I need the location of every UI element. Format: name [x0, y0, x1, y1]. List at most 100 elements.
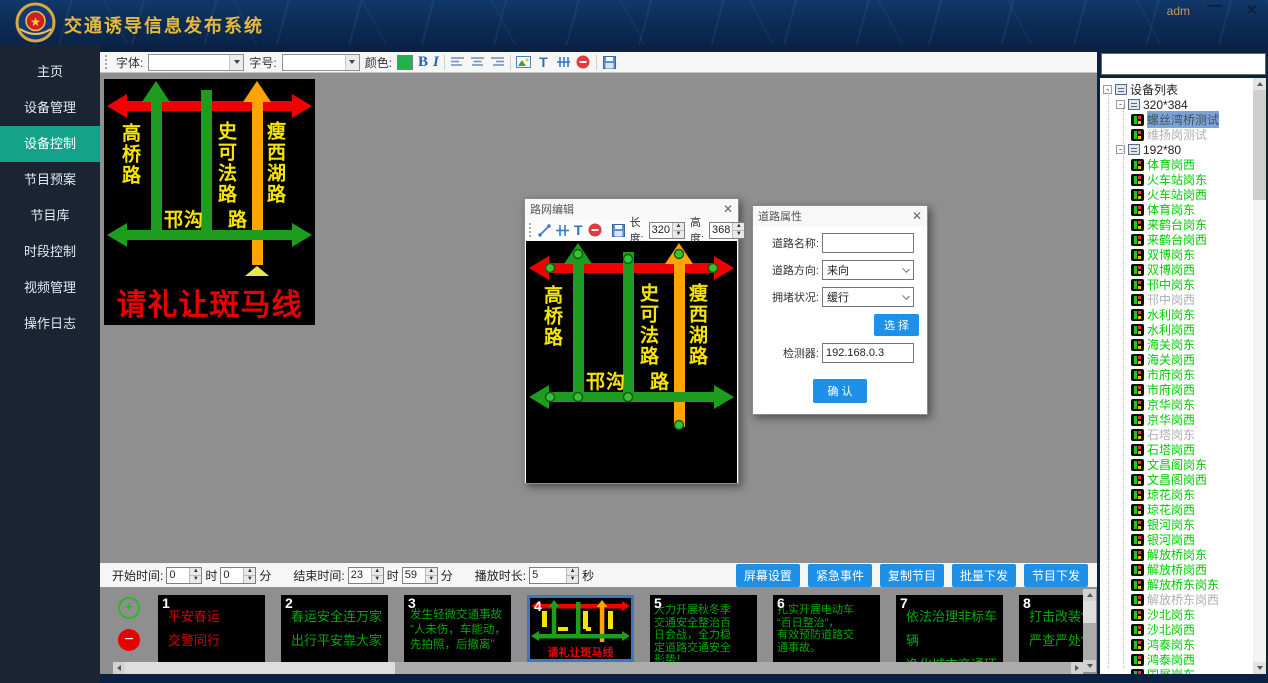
save-icon[interactable]: [612, 223, 625, 238]
spin-up-icon[interactable]: ▲: [567, 568, 578, 575]
spin-up-icon[interactable]: ▲: [244, 568, 255, 575]
color-swatch[interactable]: [397, 55, 413, 70]
sidebar-item-device-control[interactable]: 设备控制: [0, 126, 100, 162]
scroll-right-icon[interactable]: [1071, 662, 1083, 674]
start-minute-stepper[interactable]: 0▲▼: [220, 567, 256, 584]
spin-up-icon[interactable]: ▲: [372, 568, 383, 575]
start-hour-stepper[interactable]: 0▲▼: [166, 567, 202, 584]
sidebar-item-video-management[interactable]: 视频管理: [0, 270, 100, 306]
dropdown-arrow-icon[interactable]: [345, 55, 359, 70]
scroll-left-icon[interactable]: [113, 662, 125, 674]
playlist-vertical-scrollbar[interactable]: [1083, 589, 1096, 672]
spin-down-icon[interactable]: ▼: [190, 575, 201, 583]
height-stepper[interactable]: 368▲▼: [709, 222, 745, 239]
text-tool-icon[interactable]: T: [574, 223, 583, 238]
dropdown-arrow-icon[interactable]: [229, 55, 243, 70]
spin-up-icon[interactable]: ▲: [733, 223, 744, 230]
playlist-horizontal-scrollbar[interactable]: [113, 662, 1083, 674]
tree-device-1-34[interactable]: 国展岗东: [1100, 667, 1253, 674]
screen-settings-button[interactable]: 屏幕设置: [736, 564, 800, 587]
playlist-item-3[interactable]: 3发生轻微交通事故“人未伤，车能动，先拍照，后撤离”: [404, 595, 511, 662]
scroll-up-icon[interactable]: [1083, 589, 1096, 601]
emergency-event-button[interactable]: 紧急事件: [808, 564, 872, 587]
spin-down-icon[interactable]: ▼: [426, 575, 437, 583]
select-button[interactable]: 选 择: [874, 314, 919, 336]
close-icon[interactable]: ✕: [912, 209, 922, 223]
remove-program-button[interactable]: −: [118, 629, 140, 651]
spin-down-icon[interactable]: ▼: [567, 575, 578, 583]
spin-up-icon[interactable]: ▲: [190, 568, 201, 575]
font-size-select[interactable]: [282, 54, 360, 71]
minimize-button[interactable]: —: [1207, 0, 1222, 14]
save-icon[interactable]: [602, 55, 617, 70]
playlist-item-8[interactable]: 8打击改装“炸严查严处“机: [1019, 595, 1083, 662]
delete-icon[interactable]: [588, 223, 602, 238]
spin-up-icon[interactable]: ▲: [673, 223, 684, 230]
spin-down-icon[interactable]: ▼: [673, 230, 684, 238]
italic-icon[interactable]: I: [433, 55, 439, 70]
scroll-down-icon[interactable]: [1083, 660, 1096, 672]
road-tool-icon[interactable]: [556, 223, 569, 238]
sidebar-item-program-plan[interactable]: 节目预案: [0, 162, 100, 198]
spin-up-icon[interactable]: ▲: [426, 568, 437, 575]
sidebar-item-program-library[interactable]: 节目库: [0, 198, 100, 234]
align-right-icon[interactable]: [490, 55, 505, 70]
sidebar-item-home[interactable]: 主页: [0, 54, 100, 90]
barrier-icon[interactable]: [556, 55, 571, 70]
scrollbar-thumb[interactable]: [1083, 601, 1096, 623]
playlist-item-2[interactable]: 2春运安全连万家出行平安靠大家: [281, 595, 388, 662]
toolbar-grip[interactable]: [105, 55, 109, 69]
insert-image-icon[interactable]: [516, 55, 531, 70]
road-direction-select[interactable]: 来向: [822, 260, 914, 280]
bold-icon[interactable]: B: [418, 55, 428, 70]
align-left-icon[interactable]: [450, 55, 465, 70]
scroll-down-icon[interactable]: [1253, 662, 1266, 674]
traffic-signal-icon: [1131, 294, 1144, 306]
program-dispatch-button[interactable]: 节目下发: [1024, 564, 1088, 587]
sign-preview[interactable]: 高桥路 史可法路 瘦西湖路 邗沟 路 请礼让斑马线: [104, 79, 315, 325]
scrollbar-thumb[interactable]: [125, 662, 395, 674]
line-tool-icon[interactable]: [538, 223, 551, 238]
copy-program-button[interactable]: 复制节目: [880, 564, 944, 587]
tree-scrollbar[interactable]: [1253, 78, 1266, 674]
spin-down-icon[interactable]: ▼: [372, 575, 383, 583]
toolbar-grip[interactable]: [529, 223, 531, 237]
spin-down-icon[interactable]: ▼: [244, 575, 255, 583]
end-minute-stepper[interactable]: 59▲▼: [402, 567, 438, 584]
sidebar-item-time-control[interactable]: 时段控制: [0, 234, 100, 270]
close-icon[interactable]: ✕: [723, 202, 733, 216]
text-tool-icon[interactable]: T: [536, 55, 551, 70]
road-properties-dialog[interactable]: 道路属性 ✕ 道路名称: 道路方向: 来向 拥堵状况: 缓行 选 择 检测器:: [752, 205, 928, 415]
font-family-select[interactable]: [148, 54, 244, 71]
playlist-item-1[interactable]: 1平安春运交警同行: [158, 595, 265, 662]
dialog-titlebar[interactable]: 道路属性 ✕: [753, 206, 927, 226]
editor-canvas[interactable]: 高桥路 史可法路 瘦西湖路 邗沟 路 请礼让斑马线 路网编辑 ✕ T 长度:: [100, 73, 1097, 563]
align-center-icon[interactable]: [470, 55, 485, 70]
road-edit-canvas[interactable]: 高桥路 史可法路 瘦西湖路 邗沟 路: [526, 241, 737, 483]
add-program-button[interactable]: +: [118, 597, 140, 619]
length-stepper[interactable]: 320▲▼: [649, 222, 685, 239]
spin-down-icon[interactable]: ▼: [733, 230, 744, 238]
confirm-button[interactable]: 确 认: [813, 379, 866, 403]
playlist-item-4[interactable]: 4 请礼让斑马线: [527, 595, 634, 662]
screen-group-icon: [1128, 99, 1140, 110]
playlist-item-5[interactable]: 5大力开展秋冬季交通安全整治百日会战，全力稳定道路交通安全形势！: [650, 595, 757, 662]
detector-input[interactable]: [822, 343, 914, 363]
playlist-item-6[interactable]: 6扎实开展电动车“百日整治”，有效预防道路交通事故。: [773, 595, 880, 662]
scrollbar-thumb[interactable]: [1253, 90, 1266, 200]
road-name-input[interactable]: [822, 233, 914, 253]
sidebar-item-operation-log[interactable]: 操作日志: [0, 306, 100, 342]
playlist-item-7[interactable]: 7依法治理非标车辆净化城市交通环境: [896, 595, 1003, 662]
device-search-input[interactable]: [1101, 53, 1266, 75]
congestion-select[interactable]: 缓行: [822, 287, 914, 307]
close-button[interactable]: ✕: [1245, 1, 1258, 19]
scroll-up-icon[interactable]: [1253, 78, 1266, 90]
tree-root-device-list[interactable]: -设备列表: [1100, 82, 1253, 97]
road-network-edit-dialog[interactable]: 路网编辑 ✕ T 长度: 320▲▼ 高度: 368▲▼: [524, 198, 739, 484]
batch-dispatch-button[interactable]: 批量下发: [952, 564, 1016, 587]
end-hour-stepper[interactable]: 23▲▼: [348, 567, 384, 584]
sidebar-item-device-management[interactable]: 设备管理: [0, 90, 100, 126]
delete-icon[interactable]: [576, 55, 591, 70]
traffic-signal-icon: [1131, 114, 1144, 126]
duration-stepper[interactable]: 5▲▼: [529, 567, 579, 584]
